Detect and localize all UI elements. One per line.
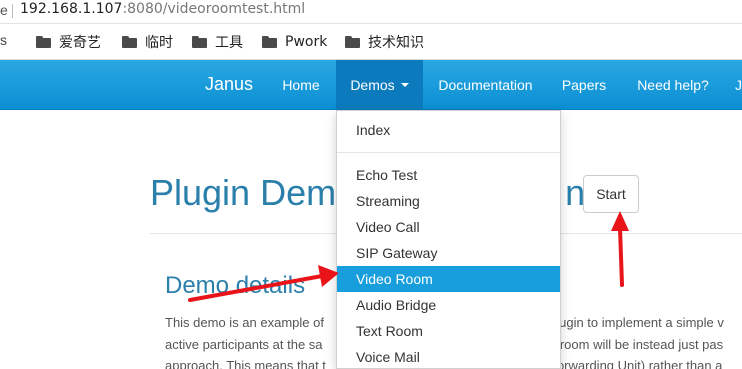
bookmark-jishu[interactable]: 技术知识 (345, 33, 424, 51)
nav-home[interactable]: Home (268, 60, 334, 110)
bookmark-label: 技术知识 (368, 35, 424, 51)
paragraph-line-right-3: Forwarding Unit) rather than a (549, 358, 723, 369)
menu-item-index[interactable]: Index (337, 117, 560, 143)
arrow-to-start-button (611, 211, 629, 287)
folder-icon (262, 36, 277, 48)
bookmark-pwork[interactable]: Pwork (262, 33, 327, 51)
address-bar[interactable]: e 192.168.1.107:8080/videoroomtest.html (0, 0, 742, 24)
paragraph-line-right-1: plugin to implement a simple v (549, 315, 724, 330)
url-path: :8080/videoroomtest.html (122, 1, 306, 17)
menu-item-streaming[interactable]: Streaming (337, 188, 560, 214)
nav-demos-label: Demos (350, 77, 395, 93)
paragraph-line-right-2: e room will be instead just pas (549, 337, 724, 352)
nav-need-help[interactable]: Need help? (622, 60, 724, 110)
url-text[interactable]: 192.168.1.107:8080/videoroomtest.html (20, 1, 305, 17)
menu-item-audio-bridge[interactable]: Audio Bridge (337, 292, 560, 318)
nav-clipped-item[interactable]: J (735, 60, 742, 110)
paragraph-line-left-2: active participants at the sa (165, 337, 323, 352)
menu-item-video-call[interactable]: Video Call (337, 214, 560, 240)
folder-icon (345, 36, 360, 48)
brand-link[interactable]: Janus (205, 74, 253, 95)
bookmark-label: Pwork (285, 34, 328, 50)
bookmark-gongju[interactable]: 工具 (192, 33, 243, 51)
demo-details-heading: Demo details (165, 272, 306, 299)
menu-item-sip-gateway[interactable]: SIP Gateway (337, 240, 560, 266)
menu-item-echo-test[interactable]: Echo Test (337, 162, 560, 188)
paragraph-line-left-1: This demo is an example of (165, 315, 324, 330)
nav-clipped-label: J (735, 77, 742, 93)
bookmarks-bar: s 爱奇艺 临时 工具 Pwork 技术知识 (0, 24, 742, 60)
nav-home-label: Home (282, 77, 320, 93)
bookmark-label: 临时 (145, 35, 173, 51)
caret-down-icon (400, 83, 409, 87)
nav-need-help-label: Need help? (637, 77, 709, 93)
nav-documentation[interactable]: Documentation (424, 60, 547, 110)
bookmark-label: 工具 (215, 35, 243, 51)
menu-divider (337, 152, 560, 153)
start-button[interactable]: Start (583, 175, 639, 213)
demos-dropdown-menu: Index Echo Test Streaming Video Call SIP… (336, 110, 561, 369)
menu-item-voice-mail[interactable]: Voice Mail (337, 344, 560, 369)
nav-demos[interactable]: Demos (336, 60, 423, 110)
nav-documentation-label: Documentation (438, 77, 533, 93)
folder-icon (36, 36, 51, 48)
paragraph-line-left-3: approach. This means that t (165, 358, 326, 369)
menu-item-video-room[interactable]: Video Room (337, 266, 560, 292)
page-title-left: Plugin Dem (150, 172, 337, 213)
folder-icon (122, 36, 137, 48)
bookmark-aiqiyi[interactable]: 爱奇艺 (36, 33, 101, 51)
address-bar-clipped-text: e (0, 2, 8, 18)
address-bar-separator (12, 4, 13, 18)
bookmarks-clipped-text: s (0, 32, 7, 48)
nav-papers[interactable]: Papers (548, 60, 620, 110)
nav-papers-label: Papers (561, 77, 607, 93)
menu-item-text-room[interactable]: Text Room (337, 318, 560, 344)
folder-icon (192, 36, 207, 48)
navbar: Janus Home Demos Documentation Papers Ne… (0, 60, 742, 110)
bookmark-label: 爱奇艺 (59, 35, 101, 51)
url-host: 192.168.1.107 (20, 1, 123, 17)
bookmark-linshi[interactable]: 临时 (122, 33, 173, 51)
